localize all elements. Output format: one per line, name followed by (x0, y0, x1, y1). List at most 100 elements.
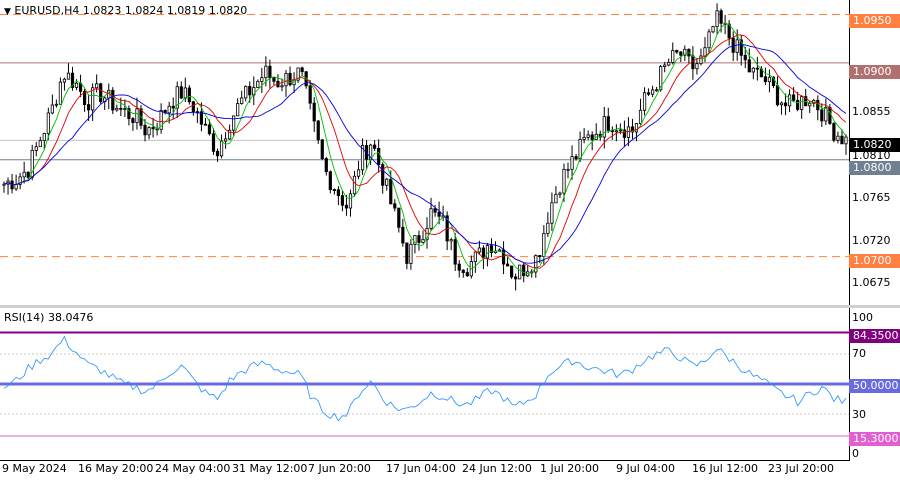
candle-body (256, 80, 260, 88)
candle-body (348, 193, 353, 209)
rsi-level-tag-15-3[interactable]: 15.3000 (849, 432, 900, 446)
rsi-level-tag-84-35[interactable]: 84.3500 (849, 329, 900, 343)
candle-body (832, 123, 836, 141)
time-label: 31 May 12:00 (232, 462, 308, 475)
rsi-tick: 70 (852, 347, 866, 360)
candle-body (546, 222, 550, 234)
candle-body (719, 10, 723, 24)
candle-body (316, 120, 320, 141)
candle-body (606, 116, 610, 131)
candle-body (457, 263, 461, 271)
chart-header: ▼ EURUSD,H4 1.0823 1.0824 1.0819 1.0820 (4, 4, 247, 17)
candle-body (522, 264, 526, 277)
candle-body (840, 135, 844, 145)
level-tag-1-0950[interactable]: 1.0950 (849, 14, 900, 28)
candle-body (215, 150, 220, 157)
candle-body (373, 144, 377, 149)
rsi-level-tag-50[interactable]: 50.0000 (849, 379, 900, 393)
time-label: 24 May 04:00 (155, 462, 231, 475)
candle-body (240, 97, 244, 104)
candle-body (236, 103, 240, 117)
candle-body (135, 108, 139, 123)
time-label: 7 Jun 20:00 (308, 462, 371, 475)
level-tag-1-0800[interactable]: 1.0800 (849, 161, 900, 175)
level-tag-1-0700[interactable]: 1.0700 (849, 254, 900, 268)
time-label: 1 Jul 20:00 (540, 462, 599, 475)
candle-body (743, 54, 747, 61)
candle-body (796, 99, 800, 110)
level-tag-1-0900[interactable]: 1.0900 (849, 65, 900, 79)
candle-body (389, 178, 393, 205)
candle-body (308, 85, 312, 104)
candle-body (111, 89, 115, 111)
candle-body (26, 171, 30, 178)
candle-body (66, 72, 71, 80)
ma-mid-line (3, 34, 847, 269)
ma-fast-line (3, 22, 847, 275)
candle-body (284, 72, 288, 87)
candle-body (844, 136, 848, 145)
candle-body (747, 59, 751, 73)
candle-body (248, 86, 252, 96)
candle-body (429, 208, 433, 229)
candle-body (505, 263, 510, 267)
candle-body (95, 83, 99, 89)
candle-body (542, 232, 546, 257)
candle-body (453, 239, 457, 265)
candle-body (115, 107, 119, 111)
candle-body (538, 255, 542, 257)
candle-body (219, 140, 224, 157)
chart-window[interactable]: ▼ EURUSD,H4 1.0823 1.0824 1.0819 1.0820 … (0, 0, 900, 480)
candle-body (626, 126, 631, 138)
candle-body (74, 82, 79, 88)
candle-body (485, 245, 490, 259)
time-label: 16 May 20:00 (78, 462, 154, 475)
candle-body (223, 138, 228, 142)
candle-body (58, 81, 63, 105)
candle-body (550, 202, 554, 224)
candle-body (167, 105, 171, 114)
candle-body (775, 85, 780, 106)
candle-body (642, 92, 647, 111)
candle-body (62, 78, 67, 83)
candle-body (473, 251, 477, 262)
time-label: 24 Jun 12:00 (462, 462, 532, 475)
candle-body (562, 169, 566, 194)
candle-body (203, 123, 208, 126)
candle-body (46, 112, 50, 134)
candle-body (570, 156, 574, 170)
candle-body (272, 77, 276, 82)
candle-body (324, 158, 328, 173)
price-tick: 1.0675 (852, 276, 891, 289)
candle-body (618, 129, 622, 132)
time-label: 17 Jun 04:00 (386, 462, 456, 475)
candle-body (518, 264, 522, 280)
candle-body (731, 37, 735, 53)
candle-body (703, 47, 707, 57)
candle-body (207, 124, 212, 135)
candle-body (312, 102, 316, 122)
candle-body (171, 105, 175, 109)
candle-body (50, 104, 54, 114)
candle-body (574, 156, 578, 159)
candle-body (437, 211, 441, 217)
candle-body (385, 178, 389, 186)
candle-body (651, 89, 655, 95)
candle-body (332, 189, 336, 191)
ohlc-values: 1.0823 1.0824 1.0819 1.0820 (82, 4, 248, 17)
candle-body (558, 192, 562, 195)
candle-body (179, 86, 183, 99)
price-chart-canvas (0, 3, 849, 437)
candle-body (260, 77, 264, 82)
chart-menu-icon[interactable]: ▼ (4, 7, 11, 17)
rsi-title: RSI(14) 38.0476 (4, 311, 94, 324)
candle-body (735, 39, 739, 53)
candle-body (578, 138, 582, 159)
candle-body (638, 109, 643, 125)
candle-body (409, 243, 413, 264)
candle-body (22, 171, 26, 178)
candle-body (244, 86, 248, 99)
price-tick: 1.0765 (852, 191, 891, 204)
candle-body (38, 140, 42, 148)
candle-body (449, 239, 453, 242)
